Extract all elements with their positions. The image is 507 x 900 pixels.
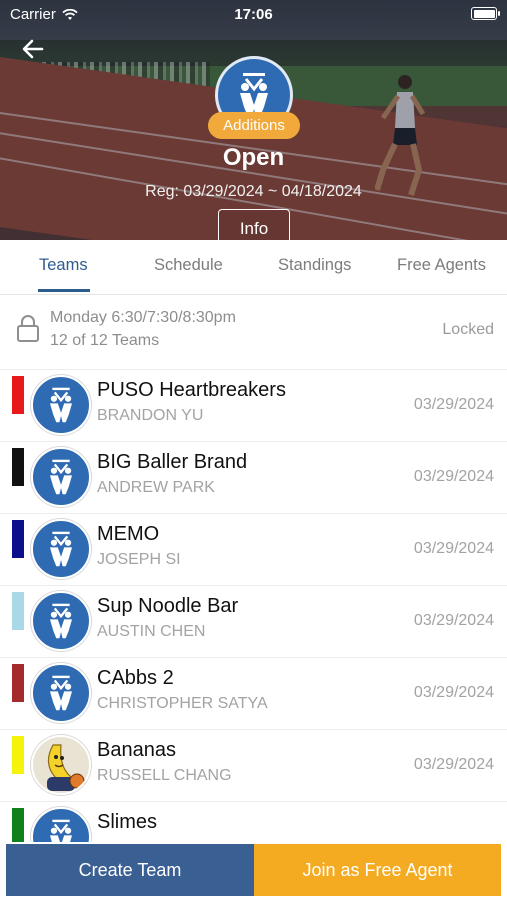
team-row[interactable]: BIG Baller Brand ANDREW PARK 03/29/2024 [0, 442, 507, 514]
team-name: CAbbs 2 [97, 667, 174, 689]
lock-icon [17, 315, 39, 342]
team-color-swatch [12, 376, 24, 414]
team-captain: AUSTIN CHEN [97, 623, 206, 640]
team-avatar [31, 735, 91, 795]
active-tab-indicator [38, 289, 90, 292]
team-captain: JOSEPH SI [97, 551, 181, 568]
team-name: MEMO [97, 523, 160, 545]
team-row[interactable]: Sup Noodle Bar AUSTIN CHEN 03/29/2024 [0, 586, 507, 658]
team-color-swatch [12, 664, 24, 702]
team-name: PUSO Heartbreakers [97, 379, 286, 401]
team-row[interactable]: Slimes [0, 802, 507, 842]
team-avatar [31, 807, 91, 842]
team-count: 12 of 12 Teams [50, 332, 160, 349]
battery-icon [471, 7, 500, 20]
team-date: 03/29/2024 [413, 468, 494, 485]
lock-status: Locked [442, 321, 494, 338]
status-bar: Carrier 17:06 [0, 0, 507, 28]
additions-badge: Additions [208, 112, 300, 139]
team-date: 03/29/2024 [413, 396, 494, 413]
team-captain: CHRISTOPHER SATYA [97, 695, 268, 712]
team-name: BIG Baller Brand [97, 451, 248, 473]
registration-dates: Reg: 03/29/2024 ~ 04/18/2024 [145, 183, 362, 200]
team-captain: RUSSELL CHANG [97, 767, 232, 784]
team-name: Bananas [97, 739, 176, 761]
team-name: Slimes [97, 811, 158, 833]
clock: 17:06 [234, 6, 273, 23]
team-row[interactable]: Bananas RUSSELL CHANG 03/29/2024 [0, 730, 507, 802]
league-logo-icon [50, 819, 72, 842]
team-avatar [31, 375, 91, 435]
division-title: Open [222, 144, 285, 171]
team-name: Sup Noodle Bar [97, 595, 239, 617]
schedule-times: Monday 6:30/7:30/8:30pm [50, 309, 236, 326]
team-color-swatch [12, 592, 24, 630]
tab-bar: Teams Schedule Standings Free Agents [0, 240, 507, 295]
team-row[interactable]: MEMO JOSEPH SI 03/29/2024 [0, 514, 507, 586]
team-date: 03/29/2024 [413, 540, 494, 557]
team-captain: ANDREW PARK [97, 479, 215, 496]
team-date: 03/29/2024 [413, 756, 494, 773]
tab-teams[interactable]: Teams [39, 256, 88, 275]
team-date: 03/29/2024 [413, 684, 494, 701]
team-avatar [31, 591, 91, 651]
team-color-swatch [12, 448, 24, 486]
team-captain: BRANDON YU [97, 407, 204, 424]
team-list: PUSO Heartbreakers BRANDON YU 03/29/2024… [0, 370, 507, 842]
banana-mascot-icon [47, 744, 85, 791]
back-arrow-icon[interactable] [20, 36, 46, 62]
team-date: 03/29/2024 [413, 612, 494, 629]
schedule-info-row: Monday 6:30/7:30/8:30pm 12 of 12 Teams L… [0, 296, 507, 370]
team-row[interactable]: PUSO Heartbreakers BRANDON YU 03/29/2024 [0, 370, 507, 442]
create-team-button[interactable]: Create Team [6, 844, 254, 896]
team-row[interactable]: CAbbs 2 CHRISTOPHER SATYA 03/29/2024 [0, 658, 507, 730]
tab-standings[interactable]: Standings [278, 256, 351, 275]
team-color-swatch [12, 520, 24, 558]
team-color-swatch [12, 808, 24, 842]
league-logo-icon [50, 531, 72, 567]
league-logo-icon [50, 459, 72, 495]
join-free-agent-button[interactable]: Join as Free Agent [254, 844, 501, 896]
league-logo-icon [50, 675, 72, 711]
tab-schedule[interactable]: Schedule [154, 256, 223, 275]
tab-free-agents[interactable]: Free Agents [397, 256, 486, 275]
team-color-swatch [12, 736, 24, 774]
team-avatar [31, 663, 91, 723]
league-logo-icon [50, 387, 72, 423]
bottom-action-bar: Create Team Join as Free Agent [6, 844, 501, 896]
team-avatar [31, 447, 91, 507]
team-avatar [31, 519, 91, 579]
league-logo-icon [50, 603, 72, 639]
